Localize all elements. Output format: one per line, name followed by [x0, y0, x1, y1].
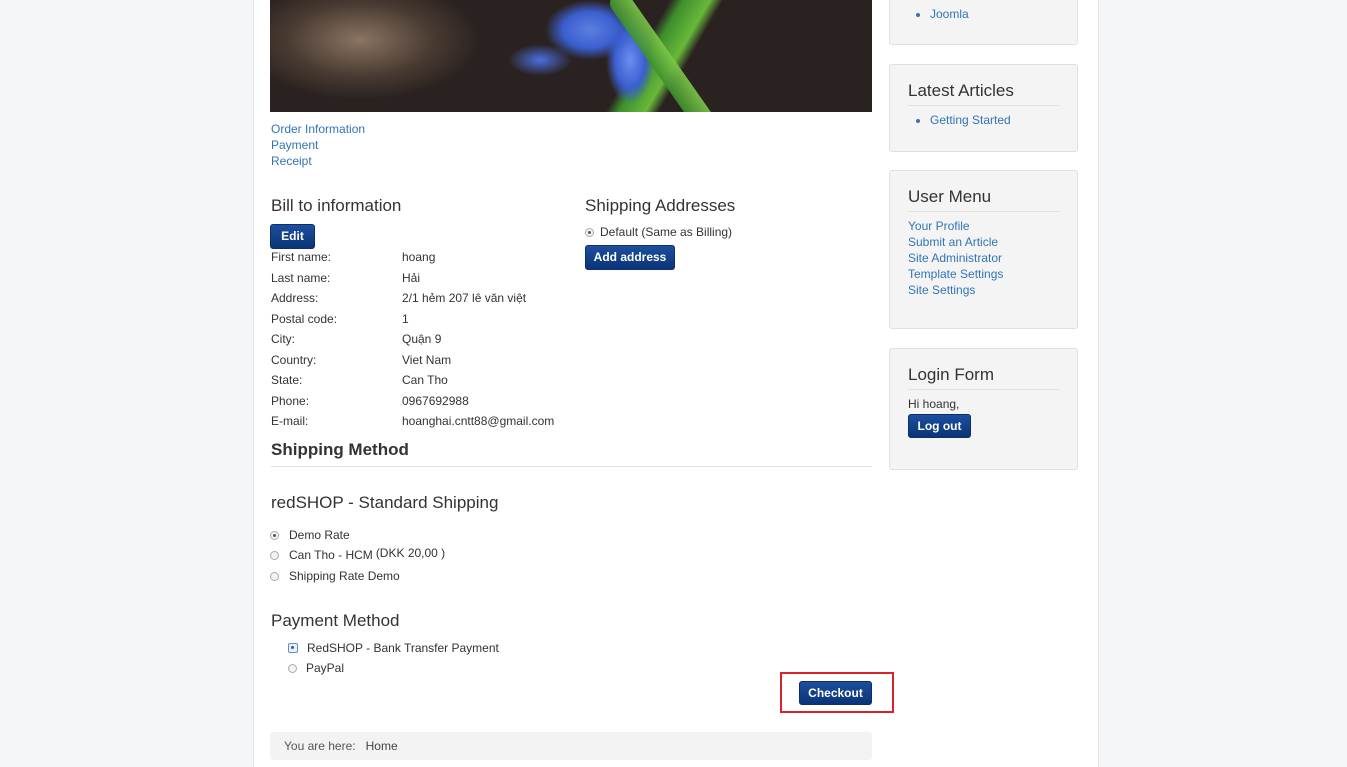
bill-row: E-mail: hoanghai.cntt88@gmail.com	[271, 414, 555, 428]
payment-option[interactable]: RedSHOP - Bank Transfer Payment	[288, 641, 499, 655]
edit-billing-button[interactable]: Edit	[270, 224, 315, 249]
bill-row: Postal code: 1	[271, 311, 409, 326]
shipping-rate-price: (DKK 20,00 )	[375, 546, 446, 560]
breadcrumb-home[interactable]: Home	[366, 739, 398, 753]
latest-articles-title: Latest Articles	[908, 81, 1059, 106]
default-address-radio[interactable]	[585, 228, 594, 238]
logout-button[interactable]: Log out	[908, 414, 971, 438]
shipping-rate-radio[interactable]	[270, 530, 279, 540]
header-image	[270, 0, 872, 112]
shipping-rate-option[interactable]: Demo Rate	[270, 528, 350, 542]
latest-article-link[interactable]: Getting Started	[930, 112, 1077, 128]
bill-row: Country: Viet Nam	[271, 352, 452, 367]
shipping-rate-radio[interactable]	[270, 550, 279, 560]
sidebar-module-top: Joomla	[889, 0, 1078, 45]
login-form-title: Login Form	[908, 365, 1059, 390]
breadcrumb-label: You are here:	[284, 739, 356, 753]
bill-row: First name: hoang	[271, 250, 436, 264]
checkout-button[interactable]: Checkout	[799, 681, 872, 705]
login-greeting: Hi hoang,	[908, 397, 960, 411]
step-receipt[interactable]: Receipt	[271, 153, 365, 169]
bill-row: Phone: 0967692988	[271, 393, 469, 408]
shipping-addresses-title: Shipping Addresses	[585, 196, 736, 215]
bill-row: Last name: Hải	[271, 270, 421, 285]
bill-row: City: Quận 9	[271, 332, 442, 346]
user-menu-submit-article[interactable]: Submit an Article	[908, 234, 1077, 250]
user-menu-site-settings[interactable]: Site Settings	[908, 282, 1077, 298]
bill-to-title: Bill to information	[271, 196, 402, 215]
user-menu-module: User Menu Your Profile Submit an Article…	[889, 170, 1078, 329]
default-address-option[interactable]: Default (Same as Billing)	[585, 225, 732, 239]
shipping-method-header: Shipping Method	[271, 440, 872, 467]
sidebar-link-joomla[interactable]: Joomla	[930, 6, 1077, 22]
step-order-information[interactable]: Order Information	[271, 121, 365, 137]
shipping-rate-radio[interactable]	[270, 571, 279, 581]
user-menu-template-settings[interactable]: Template Settings	[908, 266, 1077, 282]
shipping-rate-option[interactable]: Can Tho - HCM (DKK 20,00 )	[270, 546, 446, 562]
add-address-button[interactable]: Add address	[585, 245, 675, 270]
user-menu-site-administrator[interactable]: Site Administrator	[908, 250, 1077, 266]
step-payment[interactable]: Payment	[271, 137, 365, 153]
latest-articles-module: Latest Articles Getting Started	[889, 64, 1078, 152]
billing-info-table: First name: hoang Last name: Hải Address: 2…	[271, 248, 571, 433]
shipping-rate-option[interactable]: Shipping Rate Demo	[270, 569, 400, 583]
bill-row: State: Can Tho	[271, 373, 448, 387]
checkout-steps: Order Information Payment Receipt	[271, 121, 365, 169]
payment-radio[interactable]	[288, 643, 298, 653]
shipping-method-title: Shipping Method	[271, 440, 409, 459]
breadcrumb: You are here: Home	[270, 732, 872, 760]
payment-radio[interactable]	[288, 663, 297, 673]
user-menu-your-profile[interactable]: Your Profile	[908, 218, 1077, 234]
shipping-provider-title: redSHOP - Standard Shipping	[271, 493, 499, 512]
login-form-module: Login Form Hi hoang, Log out	[889, 348, 1078, 470]
payment-option[interactable]: PayPal	[288, 661, 344, 675]
payment-method-title: Payment Method	[271, 611, 400, 630]
user-menu-title: User Menu	[908, 187, 1059, 212]
bill-row: Address: 2/1 hẻm 207 lê văn việt	[271, 291, 527, 305]
